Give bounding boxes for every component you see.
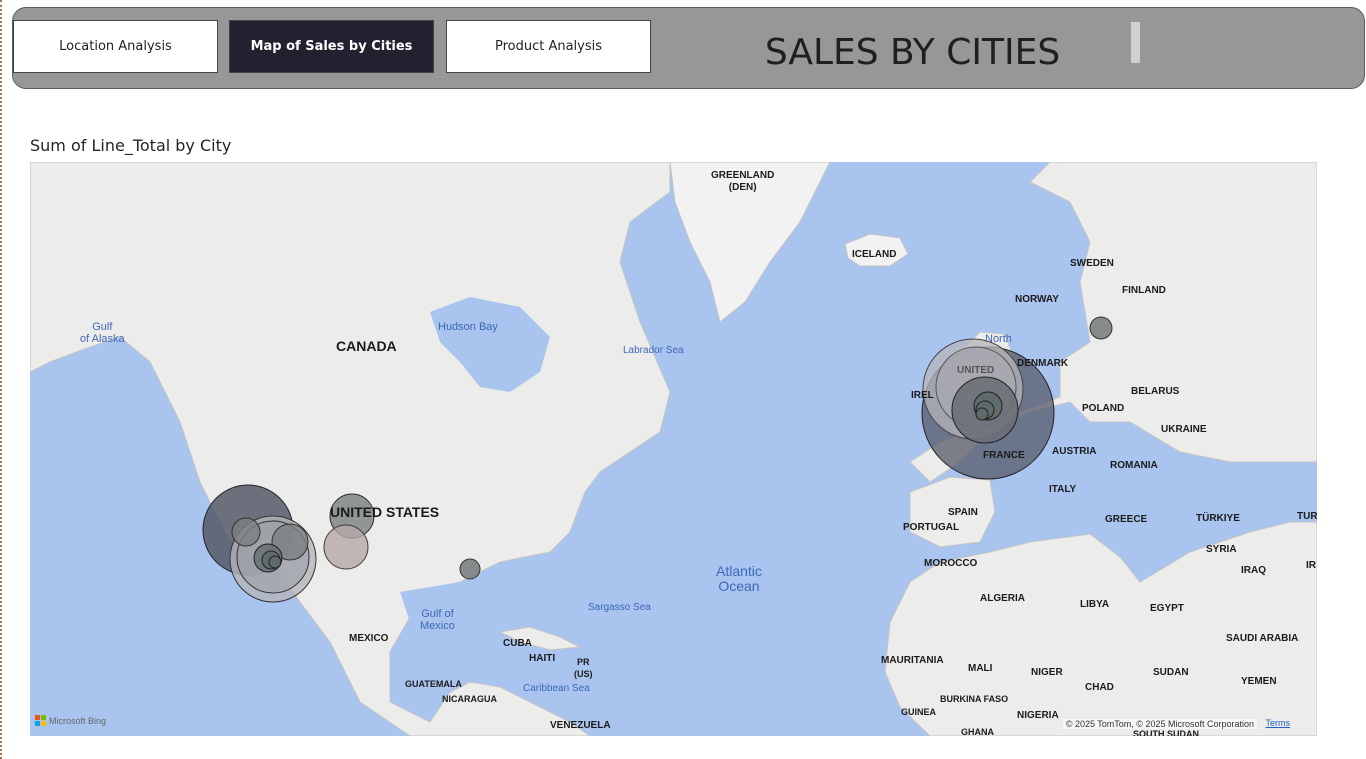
bubble-city [459,558,481,580]
label-ukraine: UKRAINE [1161,424,1207,435]
label-gulf-of-alaska: Gulf of Alaska [80,321,125,345]
label-guinea: GUINEA [901,707,937,717]
label-haiti: HAITI [529,653,556,664]
label-nicaragua: NICARAGUA [442,694,497,704]
bubble-city [1089,316,1113,340]
label-belarus: BELARUS [1131,386,1180,397]
label-labrador-sea: Labrador Sea [623,345,684,356]
label-caribbean-sea: Caribbean Sea [523,683,590,694]
label-denmark: DENMARK [1017,358,1069,369]
label-saudi-arabia: SAUDI ARABIA [1226,633,1299,644]
product-analysis-label: Product Analysis [494,39,603,54]
water-gulf-of-mexico [400,582,510,652]
map-canvas [30,162,1317,736]
label-sargasso-sea: Sargasso Sea [588,602,651,613]
page-left-border [0,0,3,759]
label-niger: NIGER [1031,667,1063,678]
label-greenland: GREENLAND (DEN) [711,170,775,193]
bubble-city [268,555,282,569]
label-gulf-of-mexico: Gulf of Mexico [420,608,455,632]
label-yemen: YEMEN [1241,676,1277,687]
label-puerto-rico: PR (US) [574,657,593,679]
label-libya: LIBYA [1080,599,1110,610]
label-burkina-faso: BURKINA FASO [940,694,1009,704]
bubble-map[interactable]: GREENLAND (DEN) ICELAND SWEDEN FINLAND NO… [30,162,1317,736]
map-of-sales-label: Map of Sales by Cities [250,39,413,54]
label-ireland: IREL [911,390,934,401]
label-turkiye: TÜRKIYE [1196,513,1240,524]
label-spain: SPAIN [948,507,978,518]
bubble-city [975,407,989,421]
label-cuba: CUBA [503,638,532,649]
location-analysis-label: Location Analysis [59,39,172,54]
label-iceland: ICELAND [852,249,897,260]
label-atlantic-ocean: Atlantic Ocean [716,563,762,594]
label-turkiye-edge: TUR [1297,511,1317,522]
label-norway: NORWAY [1015,294,1059,305]
label-poland: POLAND [1082,403,1125,414]
label-algeria: ALGERIA [980,593,1025,604]
label-sudan: SUDAN [1153,667,1189,678]
bubble-city [323,524,369,570]
page-title: SALES BY CITIES [764,31,1061,73]
label-iraq: IRAQ [1241,565,1266,576]
map-visual-title: Sum of Line_Total by City [30,136,232,155]
label-mali: MALI [968,663,993,674]
microsoft-logo-icon [35,715,46,726]
label-syria: SYRIA [1206,544,1237,555]
microsoft-bing-logo: Microsoft Bing [35,715,106,726]
label-hudson-bay: Hudson Bay [438,321,498,333]
map-of-sales-button[interactable]: Map of Sales by Cities [229,20,434,73]
label-italy: ITALY [1049,484,1077,495]
label-romania: ROMANIA [1110,460,1158,471]
label-ghana: GHANA [961,727,994,736]
header-slicer-handle[interactable] [1131,22,1140,63]
label-north-sea: North [985,333,1012,345]
location-analysis-button[interactable]: Location Analysis [13,20,218,73]
label-venezuela: VENEZUELA [550,720,611,731]
label-mauritania: MAURITANIA [881,655,944,666]
land-north-america [30,162,671,736]
bing-label: Microsoft Bing [49,715,107,726]
label-nigeria: NIGERIA [1017,710,1059,721]
map-copyright: © 2025 TomTom, © 2025 Microsoft Corporat… [1062,719,1257,729]
label-united-kingdom: UNITED [957,365,995,376]
label-guatemala: GUATEMALA [405,679,462,689]
bubble-city [231,517,261,547]
label-chad: CHAD [1085,682,1114,693]
label-united-states: UNITED STATES [330,504,440,520]
label-greece: GREECE [1105,514,1148,525]
label-south-sudan: SOUTH SUDAN [1133,729,1200,736]
label-portugal: PORTUGAL [903,522,960,533]
label-finland: FINLAND [1122,285,1166,296]
label-egypt: EGYPT [1150,603,1184,614]
label-austria: AUSTRIA [1052,446,1097,457]
terms-link[interactable]: Terms [1266,718,1291,728]
label-iran-edge: IR [1306,560,1316,571]
product-analysis-button[interactable]: Product Analysis [446,20,651,73]
label-canada: CANADA [336,338,397,354]
label-france: FRANCE [983,450,1025,461]
label-sweden: SWEDEN [1070,258,1114,269]
label-morocco: MOROCCO [924,558,978,569]
label-mexico: MEXICO [349,633,389,644]
